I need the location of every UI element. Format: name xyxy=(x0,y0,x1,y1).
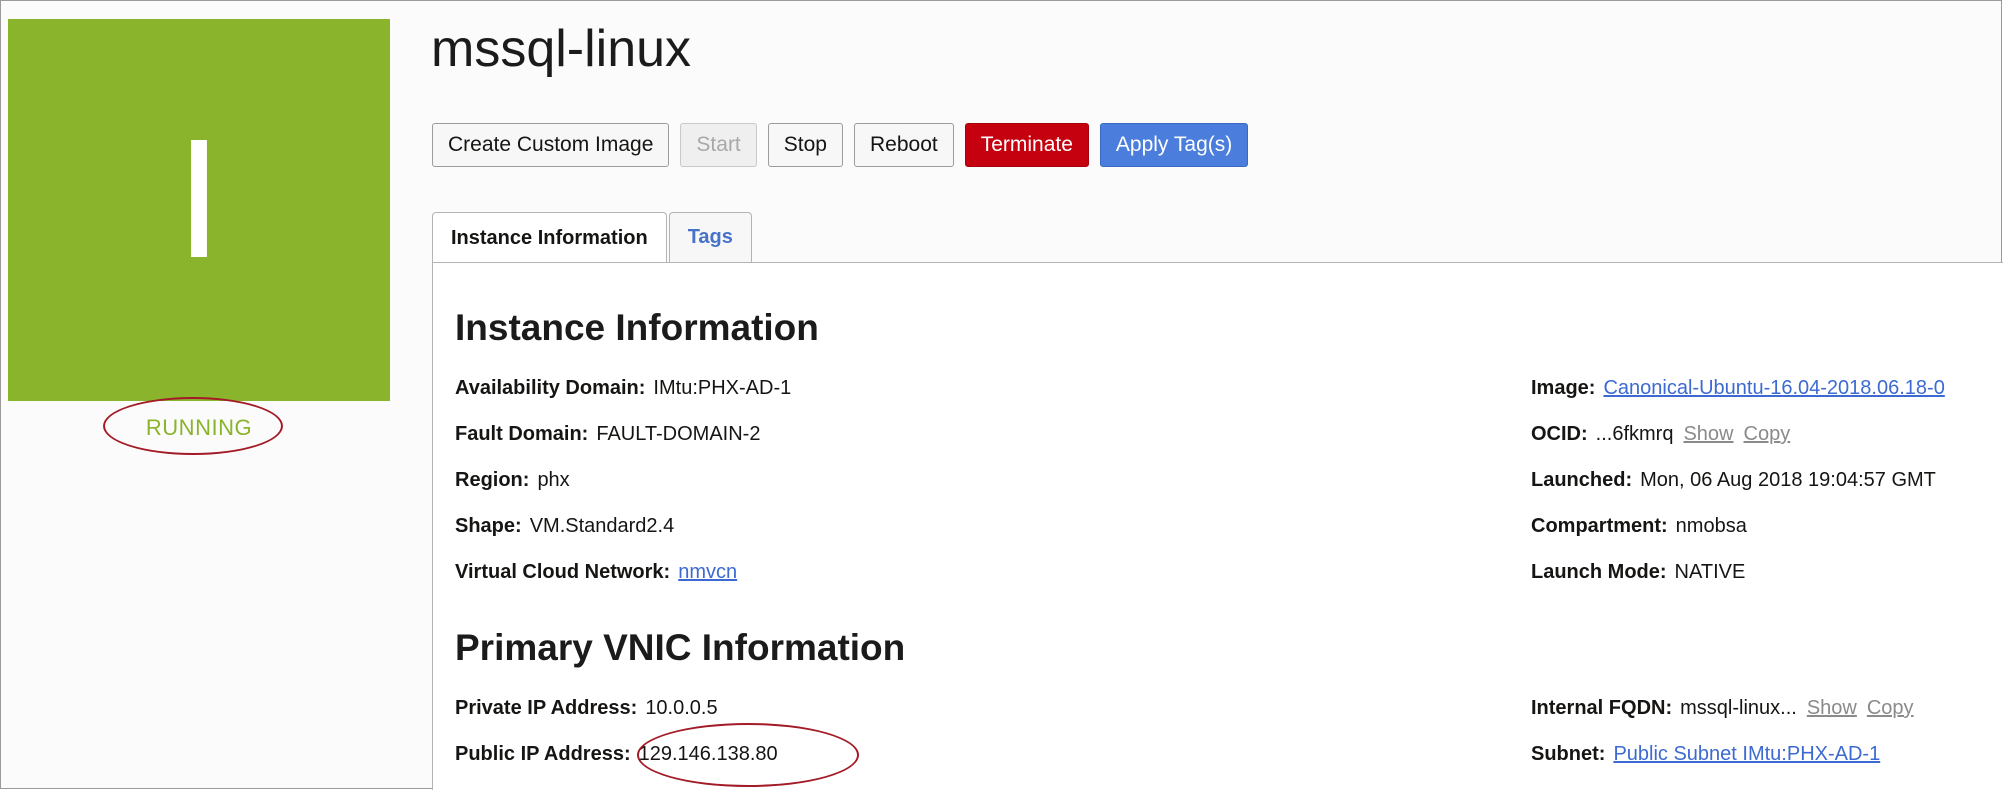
field-label: Internal FQDN: xyxy=(1531,697,1673,719)
field-label: Fault Domain: xyxy=(455,423,589,445)
image-link[interactable]: Canonical-Ubuntu-16.04-2018.06.18-0 xyxy=(1603,377,1944,399)
action-toolbar: Create Custom Image Start Stop Reboot Te… xyxy=(432,123,1249,167)
create-custom-image-button[interactable]: Create Custom Image xyxy=(432,123,670,167)
apply-tags-button[interactable]: Apply Tag(s) xyxy=(1099,123,1249,167)
tab-bar: Instance Information Tags xyxy=(432,212,754,264)
annotation-circle-running xyxy=(103,397,283,455)
field-label: OCID: xyxy=(1531,423,1588,445)
terminate-button[interactable]: Terminate xyxy=(964,123,1089,167)
field-value: FAULT-DOMAIN-2 xyxy=(596,423,761,445)
instance-information-heading: Instance Information xyxy=(455,307,819,348)
tab-instance-information[interactable]: Instance Information xyxy=(432,212,667,264)
annotation-circle-public-ip xyxy=(637,723,859,787)
vcn-row: Virtual Cloud Network: nmvcn xyxy=(455,561,737,584)
page-title: mssql-linux xyxy=(431,20,692,78)
field-label: Virtual Cloud Network: xyxy=(455,561,671,583)
field-label: Private IP Address: xyxy=(455,697,638,719)
tab-panel: Instance Information Availability Domain… xyxy=(432,262,2003,790)
subnet-row: Subnet: Public Subnet IMtu:PHX-AD-1 xyxy=(1531,743,1880,766)
ocid-copy-link[interactable]: Copy xyxy=(1744,423,1791,445)
field-value: Mon, 06 Aug 2018 19:04:57 GMT xyxy=(1640,469,1936,491)
compartment-row: Compartment: nmobsa xyxy=(1531,515,1747,538)
field-label: Public IP Address: xyxy=(455,743,631,765)
field-value: IMtu:PHX-AD-1 xyxy=(653,377,792,399)
stop-button[interactable]: Stop xyxy=(767,123,843,167)
fqdn-show-link[interactable]: Show xyxy=(1807,697,1857,719)
reboot-button[interactable]: Reboot xyxy=(853,123,954,167)
page-frame: I RUNNING mssql-linux Create Custom Imag… xyxy=(0,0,2003,790)
launched-row: Launched: Mon, 06 Aug 2018 19:04:57 GMT xyxy=(1531,469,1936,492)
fault-domain-row: Fault Domain: FAULT-DOMAIN-2 xyxy=(455,423,760,446)
field-label: Image: xyxy=(1531,377,1596,399)
tab-tags[interactable]: Tags xyxy=(668,212,752,262)
vcn-link[interactable]: nmvcn xyxy=(678,561,737,583)
availability-domain-row: Availability Domain: IMtu:PHX-AD-1 xyxy=(455,377,791,400)
field-value: 10.0.0.5 xyxy=(645,697,718,719)
field-label: Availability Domain: xyxy=(455,377,646,399)
internal-fqdn-row: Internal FQDN: mssql-linux... Show Copy xyxy=(1531,697,1914,720)
field-label: Launch Mode: xyxy=(1531,561,1667,583)
field-value: VM.Standard2.4 xyxy=(529,515,675,537)
field-value: nmobsa xyxy=(1675,515,1747,537)
primary-vnic-heading: Primary VNIC Information xyxy=(455,627,906,668)
field-value: phx xyxy=(537,469,570,491)
field-value: ...6fkmrq xyxy=(1595,423,1674,445)
field-value: NATIVE xyxy=(1674,561,1746,583)
field-label: Launched: xyxy=(1531,469,1633,491)
private-ip-row: Private IP Address: 10.0.0.5 xyxy=(455,697,718,720)
ocid-show-link[interactable]: Show xyxy=(1683,423,1733,445)
start-button[interactable]: Start xyxy=(680,123,757,167)
fqdn-copy-link[interactable]: Copy xyxy=(1867,697,1914,719)
launch-mode-row: Launch Mode: NATIVE xyxy=(1531,561,1745,584)
shape-row: Shape: VM.Standard2.4 xyxy=(455,515,674,538)
field-label: Region: xyxy=(455,469,530,491)
region-row: Region: phx xyxy=(455,469,570,492)
field-label: Compartment: xyxy=(1531,515,1668,537)
instance-status-tile: I xyxy=(8,19,390,401)
subnet-link[interactable]: Public Subnet IMtu:PHX-AD-1 xyxy=(1613,743,1880,765)
field-value: mssql-linux... xyxy=(1680,697,1797,719)
ocid-row: OCID: ...6fkmrq Show Copy xyxy=(1531,423,1790,446)
field-label: Subnet: xyxy=(1531,743,1606,765)
status-letter-icon: I xyxy=(175,104,223,294)
image-row: Image: Canonical-Ubuntu-16.04-2018.06.18-… xyxy=(1531,377,1945,400)
field-label: Shape: xyxy=(455,515,522,537)
